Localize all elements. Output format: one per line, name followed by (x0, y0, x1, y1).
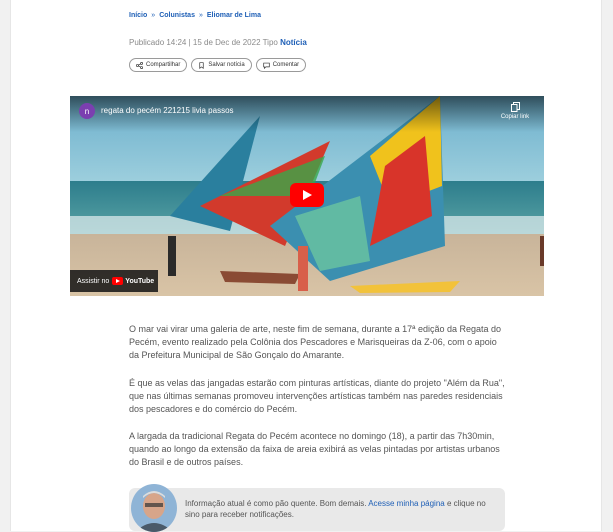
notification-text: Informação atual é como pão quente. Bom … (185, 498, 501, 520)
type-label: Tipo (262, 38, 278, 47)
share-label: Compartilhar (146, 62, 181, 68)
author-avatar[interactable] (131, 484, 177, 532)
breadcrumb-colunistas[interactable]: Colunistas (159, 12, 195, 19)
breadcrumb-separator: » (151, 12, 156, 19)
type-value[interactable]: Notícia (280, 38, 307, 47)
watch-on-label: Assistir no (77, 277, 110, 285)
publish-meta: Publicado 14:24 | 15 de Dec de 2022 Tipo… (129, 38, 307, 47)
article-page: Início » Colunistas» Eliomar de Lima Public… (10, 0, 602, 532)
breadcrumb: Início » Colunistas» Eliomar de Lima (129, 12, 261, 19)
comment-button[interactable]: Comentar (255, 58, 307, 72)
share-icon (136, 61, 143, 69)
author-page-link[interactable]: Acesse minha página (368, 499, 445, 508)
article-paragraph: A largada da tradicional Regata do Pecém… (129, 431, 500, 467)
copy-link-label: Copiar link (500, 114, 530, 120)
article-paragraph: É que as velas das jangadas estarão com … (129, 378, 505, 414)
bookmark-icon (199, 61, 204, 69)
breadcrumb-author[interactable]: Eliomar de Lima (207, 12, 261, 19)
channel-avatar[interactable]: n (79, 103, 95, 119)
youtube-logo-icon: YouTube (112, 277, 154, 285)
watch-on-youtube-button[interactable]: Assistir no YouTube (70, 270, 158, 292)
share-button[interactable]: Compartilhar (129, 58, 188, 72)
breadcrumb-home[interactable]: Início (129, 12, 147, 19)
save-label: Salvar notícia (208, 62, 245, 68)
copy-link-icon (510, 102, 520, 112)
play-icon[interactable] (290, 183, 324, 207)
article-actions: Compartilhar Salvar notícia Comentar (129, 58, 307, 72)
youtube-embed[interactable]: n regata do pecém 221215 livia passos Co… (70, 96, 544, 296)
youtube-play-mark (112, 277, 124, 285)
notification-text-before: Informação atual é como pão quente. Bom … (185, 499, 369, 508)
youtube-wordmark: YouTube (125, 277, 155, 285)
save-news-button[interactable]: Salvar notícia (191, 58, 252, 72)
breadcrumb-separator: » (198, 12, 203, 19)
author-notification-box: Informação atual é como pão quente. Bom … (129, 484, 505, 532)
publish-date: Publicado 14:24 | 15 de Dec de 2022 (129, 38, 261, 47)
article-paragraph: O mar vai virar uma galeria de arte, nes… (129, 324, 502, 360)
copy-link-button[interactable]: Copiar link (495, 102, 535, 120)
comment-label: Comentar (272, 62, 300, 68)
video-title[interactable]: regata do pecém 221215 livia passos (101, 106, 234, 115)
comment-icon (263, 62, 270, 69)
